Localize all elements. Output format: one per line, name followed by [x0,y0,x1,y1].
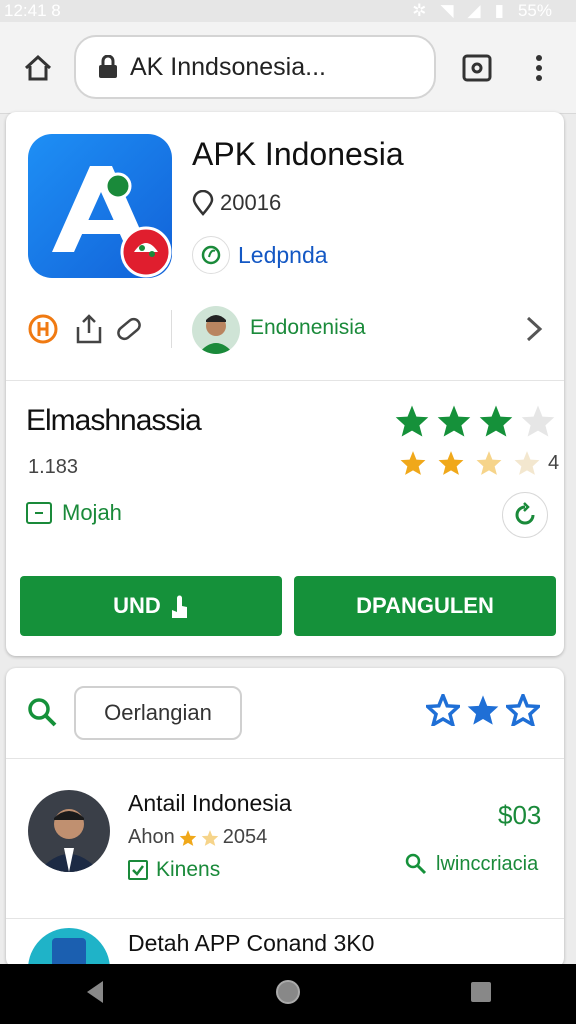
list-item-price: $03 [498,800,542,830]
rating-stars [394,404,556,438]
url-bar[interactable]: AK Inndsonesia... [74,35,436,99]
search-icon [405,853,427,875]
list-item-title: Antail Indonesia [128,790,292,816]
rating-count: 1.183 [28,456,79,478]
tag-button[interactable] [112,312,146,346]
list-item-avatar [28,928,110,968]
overflow-menu-button[interactable] [526,50,552,86]
star-outline-icon [506,694,540,726]
list-item[interactable]: Antail Indonesia Ahon 2054 Kinens $03 lw… [6,768,564,918]
recents-icon [470,981,491,1002]
star-empty-icon [521,405,555,437]
refresh-button[interactable] [502,492,548,538]
rating-filter[interactable] [426,694,540,726]
browser-toolbar: AK Inndsonesia... [0,22,576,114]
filter-chip[interactable]: Oerlangian [74,686,242,740]
star-empty-icon [514,451,540,475]
divider [6,758,564,759]
star-filled-icon [479,405,513,437]
list-item-link[interactable]: lwinccriacia [404,852,538,876]
list-item[interactable]: Detah APP Conand 3K0 [6,922,564,968]
star-filled-icon [437,405,471,437]
list-item-badge: Kinens [128,858,220,882]
more-vert-icon [536,55,542,81]
divider [171,310,172,348]
app-action-row: Endonenisia [6,298,564,360]
rank-button[interactable] [26,312,60,346]
rating-section-title: Elmashnassia [26,404,202,437]
lock-icon [99,55,117,78]
developer-badge-icon [192,236,230,274]
star-outline-icon [426,694,460,726]
star-filled-icon [400,451,426,475]
app-title: APK Indonesia [192,136,404,172]
phone-app-icon [52,938,86,968]
app-logo-icon [52,166,172,278]
settings-status-icon: ✲ [412,1,427,20]
related-apps-card: Oerlangian Antail Indonesia Ahon 2054 Ki… [6,668,564,968]
open-button[interactable]: DPANGULEN [294,576,556,636]
location-pin-icon [192,190,214,216]
divider [6,918,564,919]
rating-sub-score: 4 [548,451,560,474]
recents-button[interactable] [469,980,493,1009]
publisher-avatar[interactable] [192,306,240,354]
tabs-icon [462,54,492,82]
list-item-title: Detah APP Conand 3K0 [128,930,375,956]
publisher-expand-button[interactable] [524,314,544,349]
home-circle-icon [275,979,300,1004]
share-button[interactable] [72,312,106,346]
tabs-button[interactable] [458,50,496,86]
search-button[interactable] [26,696,58,733]
star-filled-icon [395,405,429,437]
battery-icon: ▮ [494,1,504,20]
star-filled-icon [467,695,499,725]
star-half-icon [476,451,502,475]
battery-level: 55% [517,1,552,20]
home-icon [24,54,52,81]
developer-link[interactable]: Ledpnda [192,236,328,274]
category-label: Mojah [62,500,122,525]
list-item-subtitle: Ahon 2054 [128,826,268,848]
app-details-card: APK Indonesia 20016 Ledpnda Endonenisia … [6,112,564,656]
refresh-icon [515,502,535,525]
star-filled-icon [179,829,196,846]
person-avatar-icon [38,809,100,872]
publisher-name[interactable]: Endonenisia [250,316,366,340]
search-row: Oerlangian [6,668,564,758]
share-icon [76,314,102,344]
check-icon [128,860,148,880]
home-button[interactable] [18,50,58,86]
url-text: AK Inndsonesia... [130,52,326,81]
person-avatar-icon [198,315,234,354]
signal-icon: ◢ [467,1,481,20]
status-bar: 12:41 8 ✲ ◥ ◢ ▮ 55% [0,0,576,22]
rank-badge-icon [28,314,58,344]
wifi-icon: ◥ [440,1,454,20]
system-nav-bar [0,964,576,1024]
app-meta: 20016 [192,190,281,216]
status-time: 12:41 8 [4,1,61,20]
app-meta-value: 20016 [220,190,282,215]
developer-name: Ledpnda [238,241,328,268]
hand-touch-icon [171,595,187,618]
open-button-label: DPANGULEN [356,593,494,618]
app-icon[interactable] [28,134,172,278]
back-button[interactable] [83,979,107,1010]
category-tag[interactable]: Mojah [26,500,122,526]
category-icon [26,502,52,524]
star-filled-icon [438,451,464,475]
back-icon [87,980,104,1003]
list-item-avatar [28,790,110,872]
install-button[interactable]: UND [20,576,282,636]
home-nav-button[interactable] [274,978,302,1011]
divider [6,380,564,381]
rating-substars: 4 [396,450,559,476]
tag-icon [117,317,141,341]
chevron-right-icon [526,316,543,342]
search-icon [28,698,57,727]
star-half-icon [201,829,218,846]
install-button-label: UND [113,593,161,618]
